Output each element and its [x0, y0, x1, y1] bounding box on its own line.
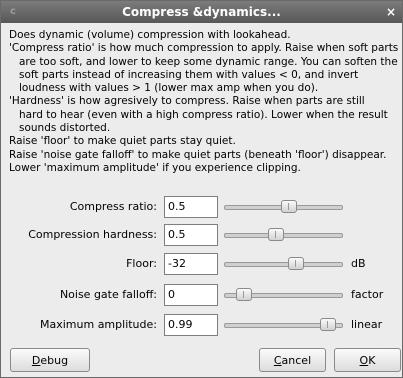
control-unit: linear: [351, 318, 383, 331]
control-label: Compress ratio:: [69, 200, 157, 213]
description-line: Raise 'noise gate falloff' to make quiet…: [9, 148, 387, 161]
control-value-field[interactable]: 0.5: [164, 224, 218, 246]
ok-mnemonic: O: [359, 354, 369, 367]
slider-track[interactable]: [224, 262, 343, 267]
ok-label: K: [368, 354, 376, 367]
description-line: Does dynamic (volume) compression with l…: [9, 29, 291, 41]
compress-dynamics-dialog: c Compress &dynamics... × Does dynamic (…: [0, 0, 403, 378]
close-icon[interactable]: ×: [384, 5, 398, 19]
control-label: Floor:: [126, 257, 157, 270]
description-line: 'Hardness' is how agresively to compress…: [9, 95, 365, 108]
slider-thumb[interactable]: [236, 288, 252, 301]
cancel-mnemonic: C: [273, 354, 282, 367]
description-text: Does dynamic (volume) compression with l…: [9, 29, 401, 175]
debug-button[interactable]: Debug: [10, 348, 90, 372]
description-line: loudness with values > 1 (lower max amp …: [19, 82, 319, 95]
control-unit: factor: [351, 288, 384, 301]
control-label: Maximum amplitude:: [40, 318, 157, 331]
description-line: 'Compress ratio' is how much compression…: [9, 42, 399, 55]
description-line: are too soft, and lower to keep some dyn…: [19, 55, 398, 68]
debug-label: ebug: [40, 354, 69, 367]
slider-thumb[interactable]: [268, 228, 284, 241]
control-label: Compression hardness:: [28, 228, 157, 241]
cancel-label: ancel: [281, 354, 312, 367]
control-row: Floor: -32 dB: [1, 253, 402, 275]
control-row: Compress ratio: 0.5: [1, 196, 402, 218]
description-line: sounds distorted.: [19, 122, 111, 135]
control-row: Noise gate falloff: 0 factor: [1, 284, 402, 306]
control-row: Maximum amplitude: 0.99 linear: [1, 314, 402, 336]
slider-thumb[interactable]: [281, 200, 297, 213]
title-bar[interactable]: c Compress &dynamics... ×: [1, 1, 402, 23]
slider-thumb[interactable]: [288, 257, 304, 270]
control-value-field[interactable]: 0: [164, 284, 218, 306]
description-line: hard to hear (even with a high compress …: [19, 108, 388, 121]
slider-thumb[interactable]: [320, 318, 336, 331]
description-line: Lower 'maximum amplitude' if you experie…: [9, 161, 301, 174]
control-value-field[interactable]: -32: [164, 253, 218, 275]
cancel-button[interactable]: Cancel: [259, 348, 326, 372]
control-label: Noise gate falloff:: [59, 288, 157, 301]
control-value-field[interactable]: 0.5: [164, 196, 218, 218]
control-row: Compression hardness: 0.5: [1, 224, 402, 246]
description-line: Raise 'floor' to make quiet parts stay q…: [9, 135, 236, 148]
control-unit: dB: [351, 257, 366, 270]
window-title: Compress &dynamics...: [122, 5, 281, 19]
control-value-field[interactable]: 0.99: [164, 314, 218, 336]
ok-button[interactable]: OK: [334, 348, 401, 372]
description-line: soft parts instead of increasing them wi…: [19, 68, 359, 81]
